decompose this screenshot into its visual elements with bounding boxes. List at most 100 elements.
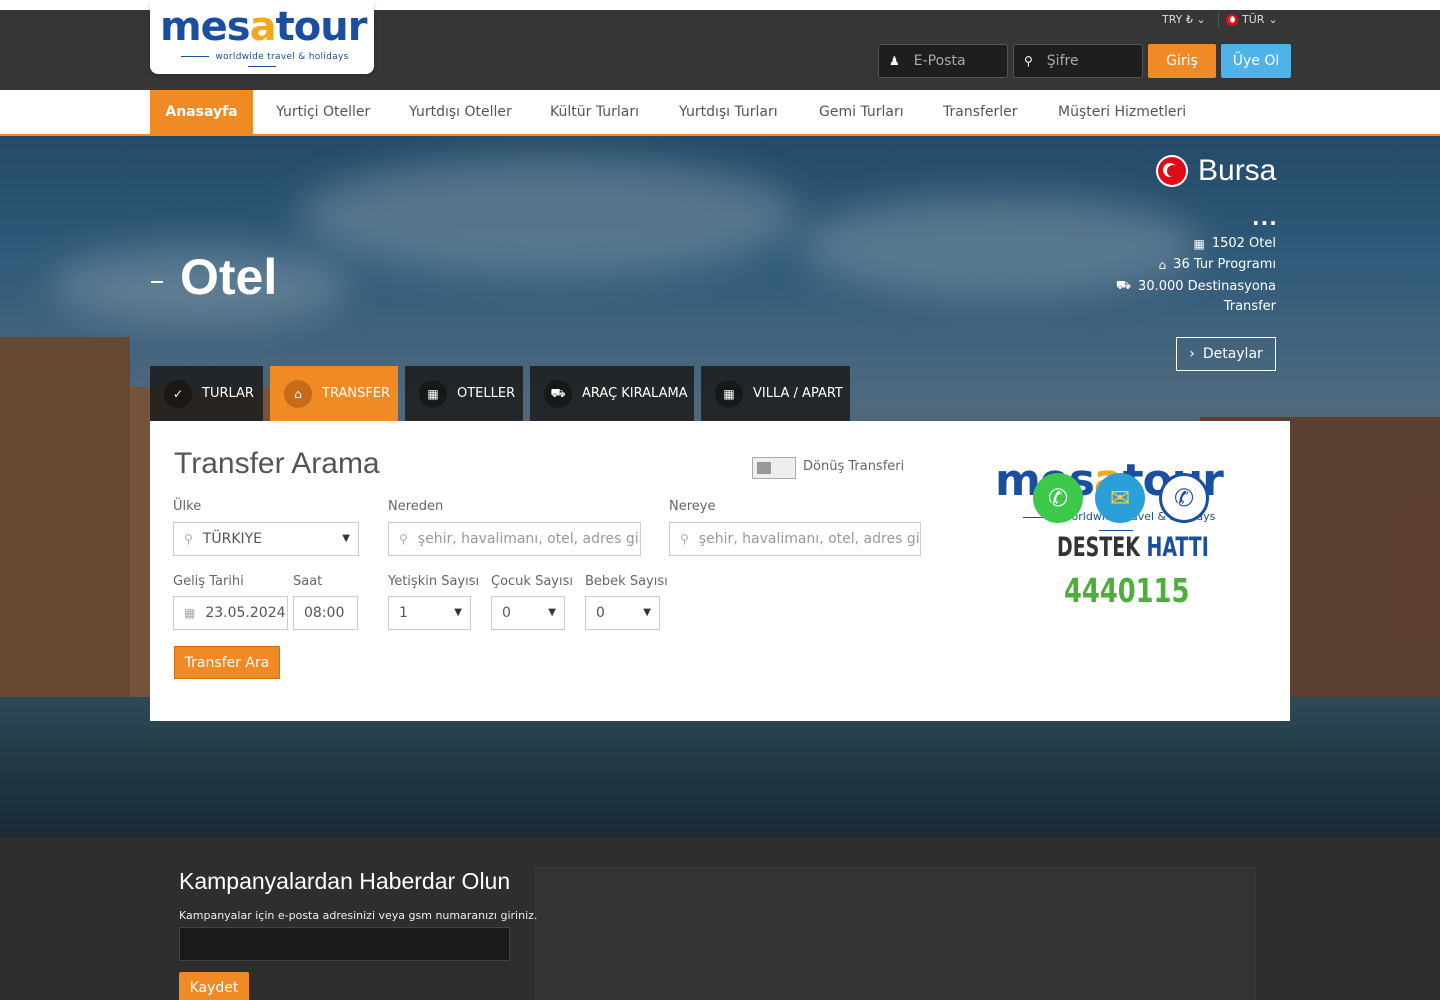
tab-label: TURLAR <box>202 386 254 401</box>
tab-label: OTELLER <box>457 386 516 401</box>
chevron-down-icon: ⌄ <box>1196 13 1206 26</box>
phone-icon[interactable]: ✆ <box>1159 473 1209 523</box>
currency-selector[interactable]: TRY ₺ ⌄ <box>1162 13 1206 26</box>
stat-tours: ⌂ 36 Tur Programı <box>1159 257 1276 272</box>
country-label: Ülke <box>173 499 202 514</box>
turkey-flag-icon <box>1226 13 1238 26</box>
email-placeholder: E-Posta <box>913 53 966 69</box>
date-input[interactable]: ▦ 23.05.2024 <box>173 596 288 630</box>
chevron-down-icon: ▼ <box>342 533 350 544</box>
return-transfer-label: Dönüş Transferi <box>803 459 905 474</box>
to-placeholder: şehir, havalimanı, otel, adres giri <box>698 531 921 547</box>
children-select[interactable]: 0 ▼ <box>491 596 565 630</box>
adults-label: Yetişkin Sayısı <box>388 574 480 589</box>
stat-transfer: Transfer <box>1224 299 1276 314</box>
map-pin-icon: ⚲ <box>680 532 689 546</box>
tab-label: VILLA / APART <box>753 386 843 401</box>
country-select[interactable]: ⚲ TÜRKIYE ▼ <box>173 522 359 556</box>
time-label: Saat <box>293 574 323 589</box>
time-value: 08:00 <box>304 605 345 621</box>
car-icon: ⛟ <box>1115 278 1132 292</box>
language-selector[interactable]: TÜR ⌄ <box>1226 13 1278 26</box>
search-transfer-button[interactable]: Transfer Ara <box>174 646 280 679</box>
logo-wordmark: mesatour <box>160 4 367 50</box>
nav-item-yurtdisi-turlari[interactable]: Yurtdışı Turları <box>679 90 778 134</box>
details-button[interactable]: › Detaylar <box>1176 337 1276 371</box>
panel-title: Transfer Arama <box>174 447 380 480</box>
date-label: Geliş Tarihi <box>173 574 244 589</box>
tab-arac-kiralama[interactable]: ⛟ ARAÇ KIRALAMA <box>530 366 694 421</box>
stat-text: 1502 Otel <box>1211 236 1276 251</box>
from-input[interactable]: ⚲ şehir, havalimanı, otel, adres giri <box>388 522 641 556</box>
email-field[interactable]: ♟ E-Posta <box>878 44 1008 78</box>
to-input[interactable]: ⚲ şehir, havalimanı, otel, adres giri <box>669 522 921 556</box>
return-transfer-toggle[interactable] <box>752 457 796 479</box>
password-field[interactable]: ⚲ Şifre <box>1013 44 1143 78</box>
car-icon: ⛟ <box>544 379 572 408</box>
user-icon: ♟ <box>889 54 900 68</box>
chevron-down-icon: ⌄ <box>1268 13 1278 26</box>
chevron-right-icon: › <box>1189 346 1195 362</box>
tab-villa-apart[interactable]: ▦ VILLA / APART <box>701 366 850 421</box>
calendar-icon: ▦ <box>184 606 196 620</box>
stat-hotels: ▦ 1502 Otel <box>1194 236 1277 251</box>
main-nav: Anasayfa Yurtiçi Oteller Yurtdışı Otelle… <box>0 90 1440 136</box>
key-icon: ⚲ <box>1024 54 1033 68</box>
nav-item-yurtdisi-oteller[interactable]: Yurtdışı Oteller <box>409 90 512 134</box>
nav-item-yurtici-oteller[interactable]: Yurtiçi Oteller <box>276 90 370 134</box>
tab-oteller[interactable]: ▦ OTELLER <box>405 366 523 421</box>
newsletter-title: Kampanyalardan Haberdar Olun <box>179 868 511 894</box>
more-dots: ... <box>1252 206 1278 230</box>
divider <box>1218 12 1219 28</box>
nav-item-musteri-hizmetleri[interactable]: Müşteri Hizmetleri <box>1058 90 1186 134</box>
time-input[interactable]: 08:00 <box>293 596 358 630</box>
map-pin-icon: ⚲ <box>184 532 193 546</box>
chevron-down-icon: ▼ <box>454 607 462 618</box>
tab-turlar[interactable]: ✓ TURLAR <box>150 366 263 421</box>
stat-text: Transfer <box>1223 299 1276 314</box>
whatsapp-icon[interactable]: ✆ <box>1033 473 1083 523</box>
login-button[interactable]: Giriş <box>1148 44 1216 78</box>
adults-select[interactable]: 1 ▼ <box>388 596 471 630</box>
infants-select[interactable]: 0 ▼ <box>585 596 660 630</box>
date-value: 23.05.2024 <box>205 605 286 621</box>
infants-label: Bebek Sayısı <box>585 574 668 589</box>
newsletter-save-button[interactable]: Kaydet <box>179 972 249 1000</box>
building-icon: ▦ <box>419 379 447 408</box>
stat-destinations: ⛟ 30.000 Destinasyona <box>1116 278 1276 294</box>
support-heading-a: DESTEK <box>1057 532 1140 563</box>
site-logo[interactable]: mesatour worldwide travel & holidays <box>150 0 374 74</box>
transfer-search-panel: Transfer Arama Dönüş Transferi Ülke ⚲ TÜ… <box>150 421 1290 721</box>
children-value: 0 <box>502 605 511 621</box>
details-label: Detaylar <box>1202 346 1263 362</box>
map-panel <box>535 867 1256 1000</box>
from-label: Nereden <box>388 499 444 514</box>
home-icon: ⌂ <box>284 379 312 408</box>
nav-item-anasayfa[interactable]: Anasayfa <box>150 90 253 134</box>
nav-item-kultur-turlari[interactable]: Kültür Turları <box>550 90 639 134</box>
support-heading: DESTEK HATTI <box>1057 532 1209 563</box>
to-label: Nereye <box>669 499 716 514</box>
chevron-down-icon: ▼ <box>643 607 651 618</box>
newsletter-description: Kampanyalar için e-posta adresinizi veya… <box>179 909 538 922</box>
stat-text: 30.000 Destinasyona <box>1138 278 1276 294</box>
city-name: Bursa <box>1198 154 1277 187</box>
support-phone: 4440115 <box>1064 571 1190 610</box>
tab-transfer[interactable]: ⌂ TRANSFER <box>270 366 398 421</box>
children-label: Çocuk Sayısı <box>491 574 573 589</box>
country-value: TÜRKIYE <box>202 531 263 547</box>
nav-item-gemi-turlari[interactable]: Gemi Turları <box>819 90 904 134</box>
from-placeholder: şehir, havalimanı, otel, adres giri <box>417 531 641 547</box>
newsletter-input[interactable] <box>179 927 510 961</box>
tab-label: TRANSFER <box>322 386 391 401</box>
nav-item-transferler[interactable]: Transferler <box>943 90 1018 134</box>
password-placeholder: Şifre <box>1046 53 1079 69</box>
chevron-down-icon: ▼ <box>548 607 556 618</box>
building-icon: ▦ <box>1193 236 1205 251</box>
turkey-flag-icon <box>1156 155 1188 187</box>
newsletter-section: Kampanyalardan Haberdar Olun Kampanyalar… <box>0 837 1440 1000</box>
language-label: TÜR <box>1242 13 1265 26</box>
register-button[interactable]: Üye Ol <box>1221 44 1291 78</box>
support-heading-b: HATTI <box>1146 532 1209 563</box>
email-icon[interactable]: ✉ <box>1095 473 1145 523</box>
